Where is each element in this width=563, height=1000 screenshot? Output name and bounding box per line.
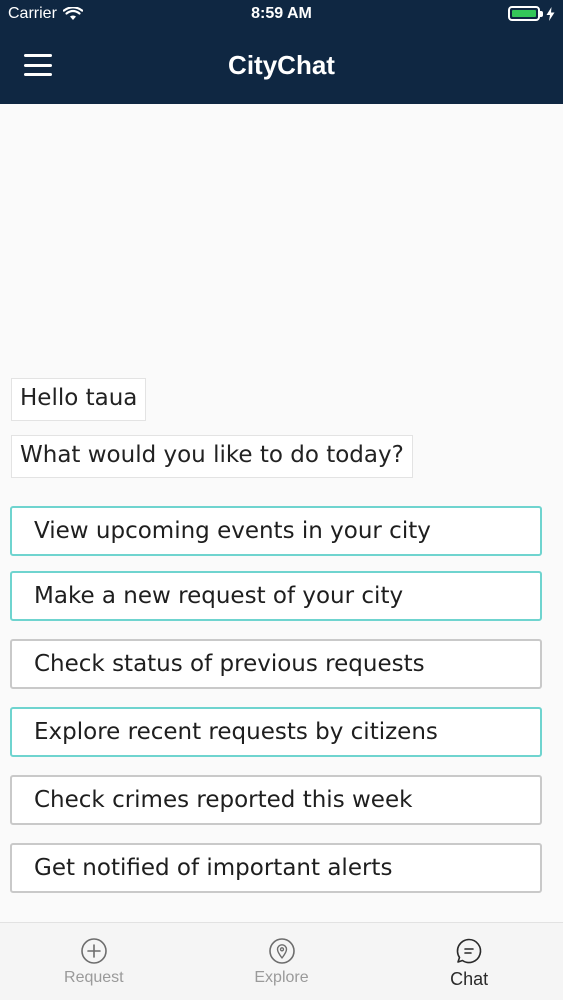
charging-bolt-icon	[546, 6, 555, 21]
option-check-status[interactable]: Check status of previous requests	[10, 639, 542, 689]
status-time: 8:59 AM	[251, 5, 312, 22]
battery-level	[512, 10, 536, 17]
battery-icon	[508, 6, 543, 21]
page-title: CityChat	[228, 50, 335, 80]
status-bar: Carrier 8:59 AM	[0, 0, 563, 30]
chat-bubble-icon	[456, 938, 482, 964]
option-alerts[interactable]: Get notified of important alerts	[10, 843, 542, 893]
bottom-tab-bar: Request Explore Chat	[0, 922, 563, 1000]
tab-request-label: Request	[64, 969, 124, 986]
tab-request[interactable]: Request	[0, 923, 188, 1000]
location-pin-icon	[268, 938, 295, 964]
tab-explore[interactable]: Explore	[188, 923, 376, 1000]
bot-message-greeting: Hello taua	[11, 378, 147, 421]
tab-explore-label: Explore	[254, 969, 309, 986]
tab-chat-label: Chat	[450, 969, 489, 989]
status-right	[508, 6, 555, 21]
option-check-crimes[interactable]: Check crimes reported this week	[10, 775, 542, 825]
option-explore-requests[interactable]: Explore recent requests by citizens	[10, 707, 542, 757]
app-header: Carrier 8:59 AM CityChat	[0, 0, 563, 104]
tab-chat[interactable]: Chat	[375, 923, 563, 1000]
bot-message-question: What would you like to do today?	[11, 435, 413, 478]
plus-circle-icon	[81, 938, 107, 964]
chat-area: Hello taua What would you like to do tod…	[0, 104, 563, 922]
option-new-request[interactable]: Make a new request of your city	[10, 571, 542, 621]
option-view-events[interactable]: View upcoming events in your city	[10, 506, 542, 556]
